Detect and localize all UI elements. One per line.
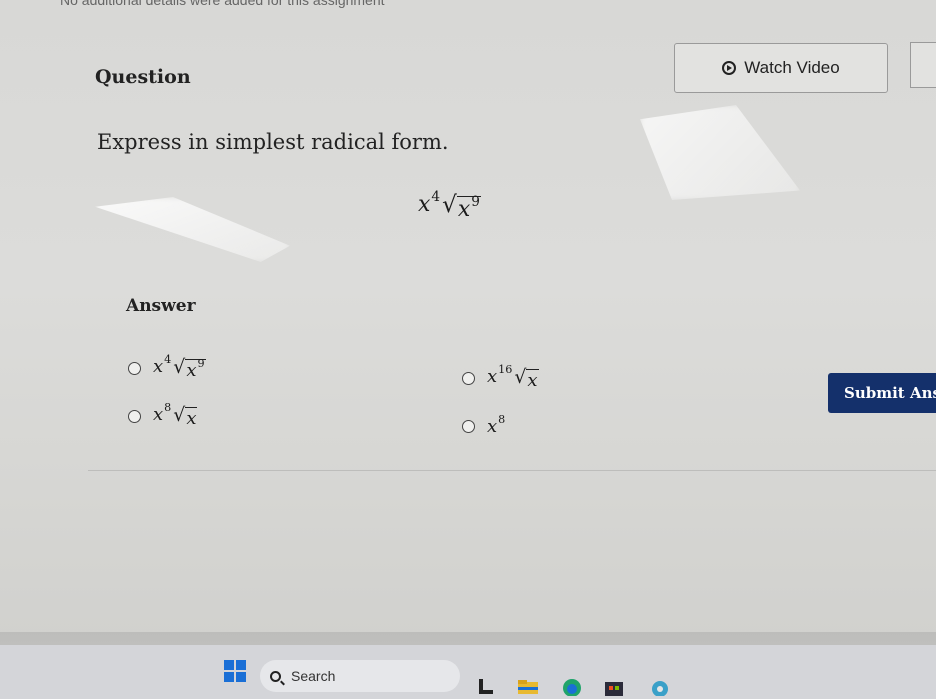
option-radicand-base: x xyxy=(186,360,197,382)
edge-browser-icon[interactable] xyxy=(560,676,584,697)
screen-glare xyxy=(640,105,800,200)
expr-radical: √ x9 xyxy=(442,192,481,222)
answer-option-4[interactable]: x8 xyxy=(462,413,506,437)
answer-option-3[interactable]: x8 √ x xyxy=(128,401,198,430)
question-prompt: Express in simplest radical form. xyxy=(97,130,449,154)
side-panel-button[interactable] xyxy=(910,42,936,88)
answer-option-1[interactable]: x4 √ x9 xyxy=(128,353,206,382)
windows-start-icon[interactable] xyxy=(224,660,246,682)
option-radical: √ x xyxy=(514,366,539,392)
file-explorer-icon[interactable] xyxy=(516,676,540,696)
watch-video-label: Watch Video xyxy=(744,58,840,77)
store-icon[interactable] xyxy=(602,676,626,696)
taskbar xyxy=(0,645,936,699)
task-view-icon[interactable] xyxy=(476,676,500,696)
option-coef-exp: 8 xyxy=(164,401,172,415)
taskbar-search-box[interactable]: Search xyxy=(260,660,460,692)
radio-button[interactable] xyxy=(128,362,141,376)
option-radicand-base: x xyxy=(186,408,197,430)
section-divider xyxy=(88,470,936,471)
expr-radicand-base: x xyxy=(457,196,471,222)
option-coef-base: x xyxy=(487,416,498,437)
radio-button[interactable] xyxy=(462,420,475,433)
question-expression: x4 √ x9 xyxy=(418,188,481,222)
option-coef-base: x xyxy=(153,404,164,425)
option-coef-exp: 4 xyxy=(164,353,172,367)
app-icon[interactable] xyxy=(648,676,672,697)
option-radical: √ x9 xyxy=(173,356,206,382)
top-note: No additional details were added for thi… xyxy=(60,0,385,8)
expr-coef-base: x xyxy=(418,192,431,217)
expr-coef-exp: 4 xyxy=(431,188,441,205)
option-radical: √ x xyxy=(173,404,198,430)
question-heading: Question xyxy=(95,66,191,88)
taskbar-search-label: Search xyxy=(291,668,336,684)
option-coef-base: x xyxy=(487,366,498,387)
watch-video-button[interactable]: Watch Video xyxy=(674,43,888,93)
option-coef-exp: 16 xyxy=(498,363,513,377)
option-radicand-exp: 9 xyxy=(197,357,205,371)
play-circle-icon xyxy=(722,61,737,75)
answer-heading: Answer xyxy=(126,296,196,316)
option-radicand-base: x xyxy=(527,370,538,392)
answer-option-2[interactable]: x 16 √ x xyxy=(462,363,539,392)
screen-glare xyxy=(95,197,290,262)
radio-button[interactable] xyxy=(128,410,141,424)
radio-button[interactable] xyxy=(462,372,475,386)
option-coef-base: x xyxy=(153,356,164,377)
search-icon xyxy=(270,670,281,682)
option-coef-exp: 8 xyxy=(498,413,506,427)
submit-answer-button[interactable]: Submit Answer xyxy=(828,373,936,413)
expr-radicand-exp: 9 xyxy=(471,193,480,210)
